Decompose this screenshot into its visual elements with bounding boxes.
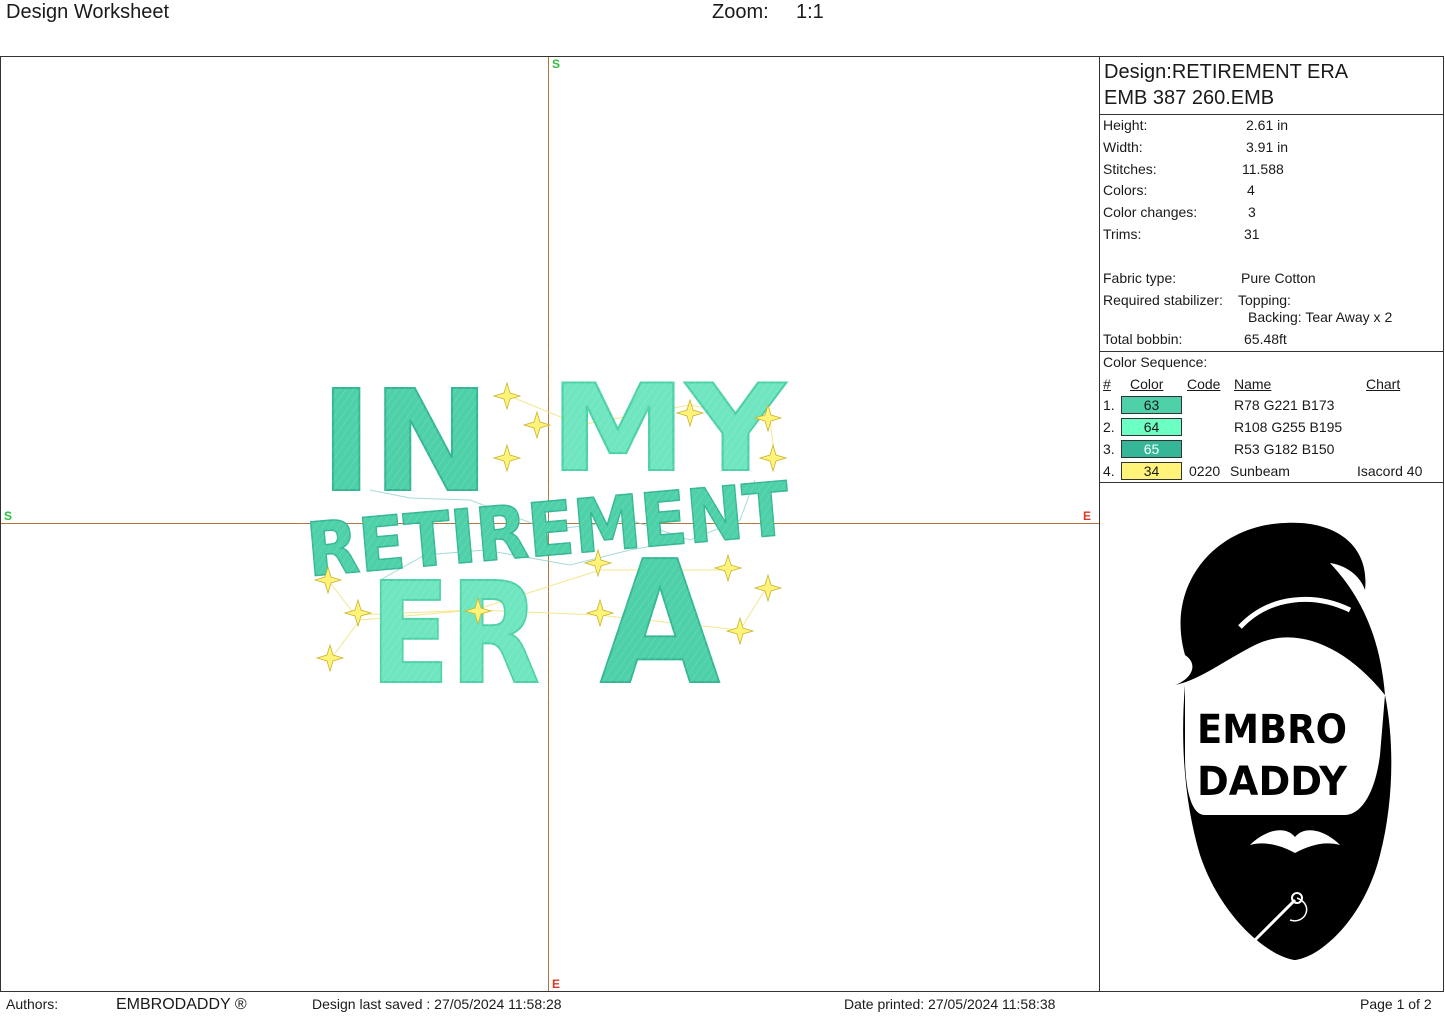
color-name: Sunbeam (1230, 463, 1290, 479)
zoom-label: Zoom: (712, 1, 769, 23)
color-code: 0220 (1189, 463, 1221, 479)
prop-value-stitches: 11.588 (1242, 161, 1284, 177)
col-header-code: Code (1187, 376, 1221, 392)
logo-line1: EMBRO (1197, 707, 1347, 753)
design-name: Design:RETIREMENT ERA (1104, 61, 1349, 83)
color-swatch: 64 (1121, 418, 1182, 436)
panel-divider (1099, 56, 1100, 992)
color-name: R108 G255 B195 (1234, 419, 1343, 435)
right-end-marker: E (1083, 509, 1092, 523)
col-header-name: Name (1234, 376, 1272, 392)
stabilizer-backing: Backing: Tear Away x 2 (1248, 309, 1393, 325)
prop-value-height: 2.61 in (1246, 117, 1289, 133)
authors-label: Authors: (6, 996, 59, 1012)
section-divider (1100, 114, 1444, 115)
authors-value: EMBRODADDY ® (116, 996, 247, 1013)
color-name: R53 G182 B150 (1234, 441, 1335, 457)
last-saved: Design last saved : 27/05/2024 11:58:28 (312, 996, 562, 1012)
prop-label: Color changes: (1103, 204, 1198, 220)
stabilizer-label: Required stabilizer: (1103, 292, 1223, 308)
color-swatch: 65 (1121, 440, 1182, 458)
embrodaddy-logo: EMBRO DADDY (1175, 522, 1392, 960)
prop-value-colors: 4 (1247, 182, 1255, 198)
logo-line2: DADDY (1197, 759, 1348, 805)
stitch-texture (300, 350, 800, 700)
prop-label: Width: (1103, 139, 1143, 155)
left-start-marker: S (4, 509, 13, 523)
total-bobbin-value: 65.48ft (1244, 331, 1287, 347)
row-num: 1. (1103, 397, 1115, 413)
worksheet-title: Design Worksheet (6, 1, 170, 23)
top-start-marker: S (552, 57, 561, 71)
fabric-type-label: Fabric type: (1103, 270, 1177, 286)
color-chart: Isacord 40 (1357, 463, 1423, 479)
fabric-type-value: Pure Cotton (1241, 270, 1316, 286)
prop-value-width: 3.91 in (1246, 139, 1289, 155)
color-name: R78 G221 B173 (1234, 397, 1335, 413)
row-num: 2. (1103, 419, 1115, 435)
embroidery-design-preview[interactable]: IN MY RETIREMENT ER A (300, 350, 800, 700)
row-num: 3. (1103, 441, 1115, 457)
zoom-value[interactable]: 1:1 (796, 1, 824, 24)
color-sequence-title: Color Sequence: (1103, 354, 1208, 370)
prop-value-trims: 31 (1244, 226, 1260, 242)
prop-value-color-changes: 3 (1248, 204, 1256, 220)
section-divider (1100, 482, 1444, 483)
col-header-chart: Chart (1366, 376, 1401, 392)
prop-label: Trims: (1103, 226, 1142, 242)
color-swatch: 63 (1121, 396, 1182, 414)
prop-label: Height: (1103, 117, 1148, 133)
total-bobbin-label: Total bobbin: (1103, 331, 1183, 347)
col-header-num: # (1103, 376, 1111, 392)
prop-label: Colors: (1103, 182, 1148, 198)
date-printed: Date printed: 27/05/2024 11:58:38 (844, 996, 1056, 1012)
page-indicator: Page 1 of 2 (1360, 996, 1432, 1012)
prop-label: Stitches: (1103, 161, 1157, 177)
section-divider (1100, 351, 1444, 352)
row-num: 4. (1103, 463, 1115, 479)
color-swatch: 34 (1121, 462, 1182, 480)
col-header-color: Color (1130, 376, 1164, 392)
bottom-end-marker: E (552, 977, 561, 991)
stabilizer-topping: Topping: (1238, 292, 1291, 308)
design-file-name: EMB 387 260.EMB (1104, 87, 1275, 109)
